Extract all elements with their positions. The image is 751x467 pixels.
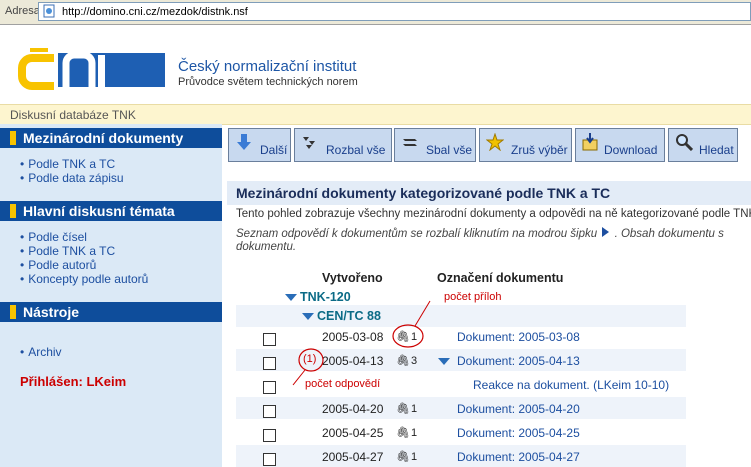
- row-checkbox[interactable]: [263, 429, 276, 442]
- clear-selection-button[interactable]: Zruš výběr: [479, 128, 572, 162]
- button-label: Hledat: [699, 143, 734, 157]
- button-label: Zruš výběr: [511, 143, 568, 157]
- attachment-count: 1: [411, 451, 418, 463]
- section-title: Mezinárodní dokumenty: [23, 130, 184, 146]
- row-date: 2005-04-25: [322, 426, 384, 440]
- sidebar-link-drafts-by-authors[interactable]: Koncepty podle autorů: [20, 272, 148, 286]
- section-title: Hlavní diskusní témata: [23, 203, 175, 219]
- sidebar-link-by-date[interactable]: Podle data zápisu: [20, 171, 123, 185]
- document-link[interactable]: Dokument: 2005-04-27: [457, 450, 580, 464]
- sidebar-link-by-tnk-tc[interactable]: Podle TNK a TC: [20, 157, 115, 171]
- paperclip-icon: 🖇: [396, 451, 410, 463]
- section-main-topics: Hlavní diskusní témata: [0, 201, 222, 221]
- document-link[interactable]: Dokument: 2005-04-25: [457, 426, 580, 440]
- button-label: Rozbal vše: [326, 143, 386, 157]
- blue-arrow-icon: [602, 227, 610, 237]
- section-marker: [10, 131, 16, 145]
- collapse-all-icon: [403, 139, 417, 146]
- response-link[interactable]: Reakce na dokument. (LKeim 10-10): [473, 378, 669, 392]
- row-date: 2005-04-27: [322, 450, 384, 464]
- arrow-down-icon: [237, 134, 251, 150]
- expand-hint-text: Seznam odpovědí k dokumentům se rozbalí …: [236, 228, 598, 240]
- download-button[interactable]: Download: [575, 128, 665, 162]
- expand-all-icon: [303, 137, 315, 149]
- next-button[interactable]: Další: [228, 128, 291, 162]
- sidebar-link-by-numbers[interactable]: Podle čísel: [20, 230, 87, 244]
- expand-hint: Seznam odpovědí k dokumentům se rozbalí …: [236, 227, 724, 240]
- responses-annotation: počet odpovědí: [305, 378, 381, 390]
- row-checkbox[interactable]: [263, 405, 276, 418]
- column-header-document[interactable]: Označení dokumentu: [437, 271, 563, 285]
- attachments-annotation: počet příloh: [444, 291, 502, 303]
- page-title: Mezinárodní dokumenty kategorizované pod…: [236, 185, 611, 201]
- button-label: Sbal vše: [426, 143, 473, 157]
- section-international-docs: Mezinárodní dokumenty: [0, 128, 222, 148]
- sidebar-link-by-authors[interactable]: Podle autorů: [20, 258, 96, 272]
- search-button[interactable]: Hledat: [668, 128, 738, 162]
- search-icon: [676, 134, 693, 151]
- address-url[interactable]: http://domino.cni.cz/mezdok/distnk.nsf: [62, 6, 248, 18]
- row-checkbox[interactable]: [263, 381, 276, 394]
- button-label: Download: [604, 143, 658, 157]
- address-label: Adresa: [5, 5, 40, 17]
- attachment-count: 1: [411, 427, 418, 439]
- document-link[interactable]: Dokument: 2005-04-13: [457, 354, 580, 368]
- section-title: Nástroje: [23, 304, 80, 320]
- database-name: Diskusní databáze TNK: [10, 108, 136, 122]
- button-label: Další: [260, 143, 288, 157]
- section-marker: [10, 204, 16, 218]
- row-checkbox[interactable]: [263, 333, 276, 346]
- document-link[interactable]: Dokument: 2005-04-20: [457, 402, 580, 416]
- paperclip-icon: 🖇: [396, 403, 410, 415]
- row-checkbox[interactable]: [263, 357, 276, 370]
- row-date: 2005-04-20: [322, 402, 384, 416]
- expand-responses-icon[interactable]: [438, 358, 450, 365]
- clear-selection-icon: [486, 133, 504, 151]
- section-tools: Nástroje: [0, 302, 222, 322]
- sidebar-link-archive[interactable]: Archiv: [20, 345, 61, 359]
- login-status: Přihlášen: LKeim: [20, 374, 127, 389]
- document-link[interactable]: Dokument: 2005-03-08: [457, 330, 580, 344]
- institute-name: Český normalizační institut: [178, 58, 357, 75]
- collapse-all-button[interactable]: Sbal vše: [394, 128, 476, 162]
- cni-logo-c-icon: [18, 48, 54, 90]
- paperclip-icon: 🖇: [396, 427, 410, 439]
- row-checkbox[interactable]: [263, 453, 276, 466]
- expand-hint-end: dokumentu.: [236, 241, 297, 253]
- expand-hint-text-2: . Obsah dokumentu s: [614, 228, 724, 240]
- institute-subtitle: Průvodce světem technických norem: [178, 76, 358, 88]
- section-marker: [10, 305, 16, 319]
- expand-all-button[interactable]: Rozbal vše: [294, 128, 392, 162]
- page-icon: [43, 4, 55, 18]
- sidebar-link-topics-by-tnk-tc[interactable]: Podle TNK a TC: [20, 244, 115, 258]
- column-header-created[interactable]: Vytvořeno: [322, 271, 383, 285]
- view-description: Tento pohled zobrazuje všechny mezinárod…: [236, 208, 751, 220]
- annotation-callouts: [292, 300, 431, 386]
- download-icon: [582, 133, 598, 151]
- cni-logo-bar: [58, 51, 165, 87]
- attachment-count: 1: [411, 403, 418, 415]
- sidebar: Mezinárodní dokumenty Podle TNK a TC Pod…: [0, 124, 222, 467]
